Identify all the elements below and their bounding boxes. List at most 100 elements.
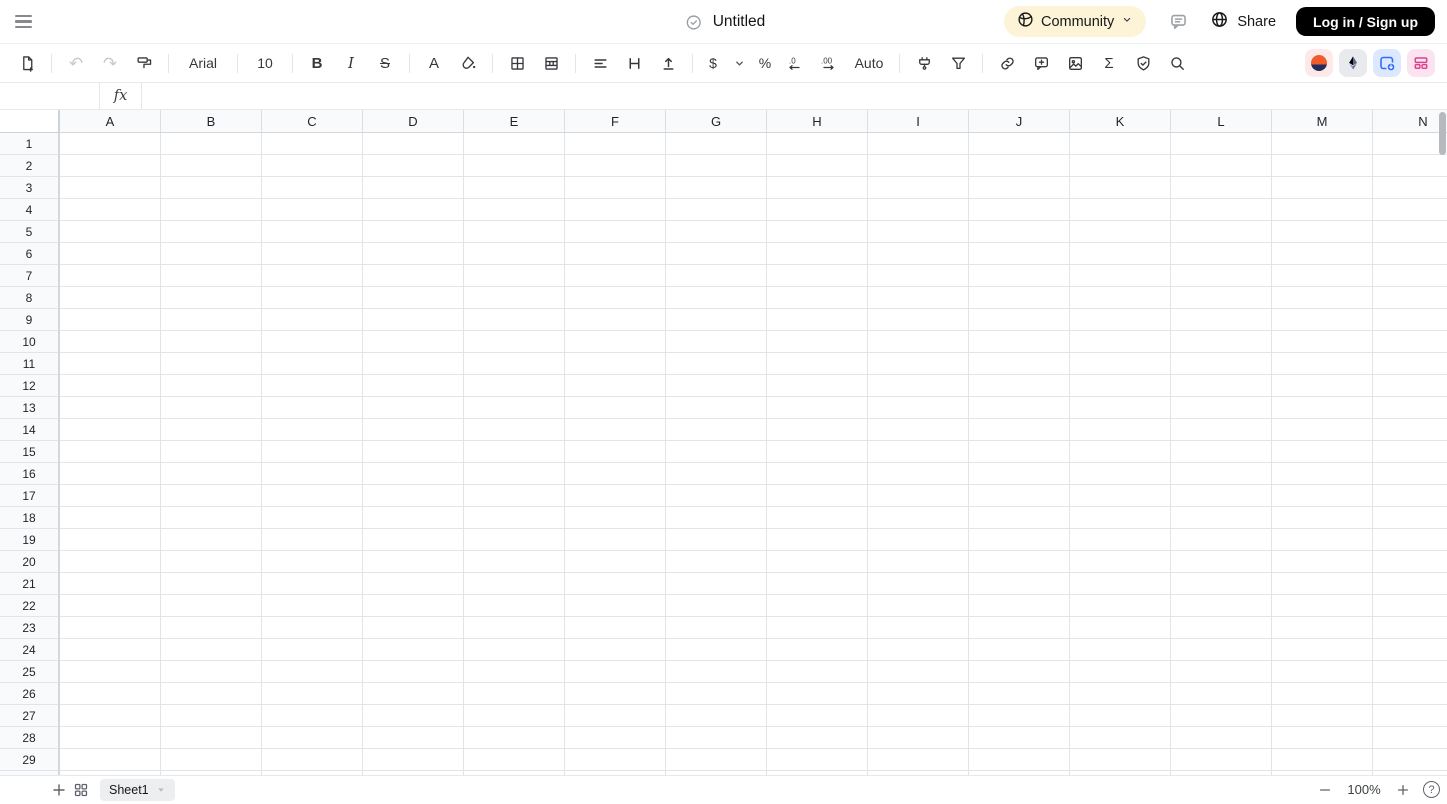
format-painter-icon[interactable] — [130, 49, 158, 77]
filter-icon[interactable] — [944, 49, 972, 77]
row-header[interactable]: 16 — [0, 463, 58, 485]
layout-blocks-icon — [1414, 57, 1428, 69]
row-header[interactable]: 21 — [0, 573, 58, 595]
row-header[interactable]: 9 — [0, 309, 58, 331]
new-file-icon[interactable] — [13, 49, 41, 77]
toolbar-divider — [575, 53, 576, 73]
italic-button[interactable]: I — [337, 49, 365, 77]
add-sheet-icon[interactable] — [48, 779, 70, 801]
document-title-group[interactable]: Untitled — [682, 0, 766, 44]
layout-plugin-button[interactable] — [1407, 49, 1435, 77]
hamburger-menu-icon[interactable] — [12, 9, 38, 35]
insert-image-icon[interactable] — [1061, 49, 1089, 77]
column-header[interactable]: L — [1171, 110, 1272, 132]
cells-canvas[interactable] — [60, 133, 1447, 775]
zoom-out-icon[interactable] — [1317, 779, 1333, 801]
column-header[interactable]: G — [666, 110, 767, 132]
currency-format-button[interactable]: $ — [703, 49, 723, 77]
select-all-corner[interactable] — [0, 110, 60, 133]
font-size-select[interactable]: 10 — [248, 49, 282, 77]
row-header[interactable]: 8 — [0, 287, 58, 309]
functions-sum-button[interactable]: Σ — [1095, 49, 1123, 77]
all-sheets-icon[interactable] — [70, 779, 92, 801]
column-header[interactable]: I — [868, 110, 969, 132]
share-button[interactable]: Share — [1210, 10, 1276, 34]
help-icon[interactable]: ? — [1423, 781, 1440, 798]
row-header[interactable]: 19 — [0, 529, 58, 551]
column-header[interactable]: K — [1070, 110, 1171, 132]
row-header[interactable]: 14 — [0, 419, 58, 441]
column-header[interactable]: A — [60, 110, 161, 132]
row-header[interactable]: 5 — [0, 221, 58, 243]
row-header[interactable]: 28 — [0, 727, 58, 749]
column-header[interactable]: J — [969, 110, 1070, 132]
page-title[interactable]: Untitled — [713, 13, 766, 31]
vertical-scrollbar-thumb[interactable] — [1439, 112, 1446, 155]
column-header[interactable]: N — [1373, 110, 1447, 132]
row-header[interactable]: 3 — [0, 177, 58, 199]
login-signup-button[interactable]: Log in / Sign up — [1296, 7, 1435, 36]
column-header[interactable]: E — [464, 110, 565, 132]
row-header[interactable]: 4 — [0, 199, 58, 221]
sheet-menu-chevron-icon[interactable] — [156, 785, 166, 795]
formula-input[interactable] — [142, 83, 1447, 109]
text-color-button[interactable]: A — [420, 49, 448, 77]
number-format-select[interactable]: Auto — [849, 49, 889, 77]
row-header[interactable]: 13 — [0, 397, 58, 419]
borders-icon[interactable] — [503, 49, 531, 77]
row-header[interactable]: 22 — [0, 595, 58, 617]
decrease-decimal-icon[interactable]: .0 — [781, 49, 809, 77]
toolbar-divider — [51, 53, 52, 73]
row-header[interactable]: 17 — [0, 485, 58, 507]
search-icon[interactable] — [1163, 49, 1191, 77]
column-header[interactable]: M — [1272, 110, 1373, 132]
row-header[interactable]: 15 — [0, 441, 58, 463]
row-header[interactable]: 24 — [0, 639, 58, 661]
strikethrough-button[interactable]: S — [371, 49, 399, 77]
row-header[interactable]: 18 — [0, 507, 58, 529]
community-button[interactable]: Community — [1003, 6, 1147, 37]
row-header[interactable]: 26 — [0, 683, 58, 705]
undo-icon[interactable]: ↶ — [62, 49, 90, 77]
data-validation-shield-icon[interactable] — [1129, 49, 1157, 77]
column-header[interactable]: H — [767, 110, 868, 132]
column-header[interactable]: B — [161, 110, 262, 132]
row-header[interactable]: 27 — [0, 705, 58, 727]
comment-icon[interactable] — [1166, 10, 1190, 34]
add-comment-icon[interactable] — [1027, 49, 1055, 77]
row-header[interactable]: 12 — [0, 375, 58, 397]
row-header[interactable]: 2 — [0, 155, 58, 177]
text-overflow-icon[interactable] — [654, 49, 682, 77]
name-box[interactable] — [0, 83, 100, 109]
sunset-plugin-button[interactable] — [1305, 49, 1333, 77]
row-header[interactable]: 11 — [0, 353, 58, 375]
currency-chevron-icon[interactable] — [729, 49, 749, 77]
row-header[interactable]: 25 — [0, 661, 58, 683]
zoom-in-icon[interactable] — [1395, 779, 1411, 801]
column-header[interactable]: D — [363, 110, 464, 132]
vertical-align-icon[interactable] — [620, 49, 648, 77]
conditional-format-brush-icon[interactable] — [910, 49, 938, 77]
row-header[interactable]: 7 — [0, 265, 58, 287]
zoom-level[interactable]: 100% — [1345, 782, 1383, 797]
column-header[interactable]: C — [262, 110, 363, 132]
fill-color-icon[interactable] — [454, 49, 482, 77]
font-family-select[interactable]: Arial — [179, 49, 227, 77]
row-header[interactable]: 29 — [0, 749, 58, 771]
row-header[interactable]: 6 — [0, 243, 58, 265]
ethereum-plugin-button[interactable] — [1339, 49, 1367, 77]
horizontal-align-icon[interactable] — [586, 49, 614, 77]
insert-link-icon[interactable] — [993, 49, 1021, 77]
row-header[interactable]: 1 — [0, 133, 58, 155]
sheet-tab-sheet1[interactable]: Sheet1 — [100, 778, 175, 801]
import-plugin-button[interactable] — [1373, 49, 1401, 77]
merge-cells-icon[interactable] — [537, 49, 565, 77]
column-header[interactable]: F — [565, 110, 666, 132]
row-header[interactable]: 10 — [0, 331, 58, 353]
increase-decimal-icon[interactable]: .00 — [815, 49, 843, 77]
redo-icon[interactable]: ↷ — [96, 49, 124, 77]
row-header[interactable]: 23 — [0, 617, 58, 639]
percent-format-button[interactable]: % — [755, 49, 775, 77]
bold-button[interactable]: B — [303, 49, 331, 77]
row-header[interactable]: 20 — [0, 551, 58, 573]
